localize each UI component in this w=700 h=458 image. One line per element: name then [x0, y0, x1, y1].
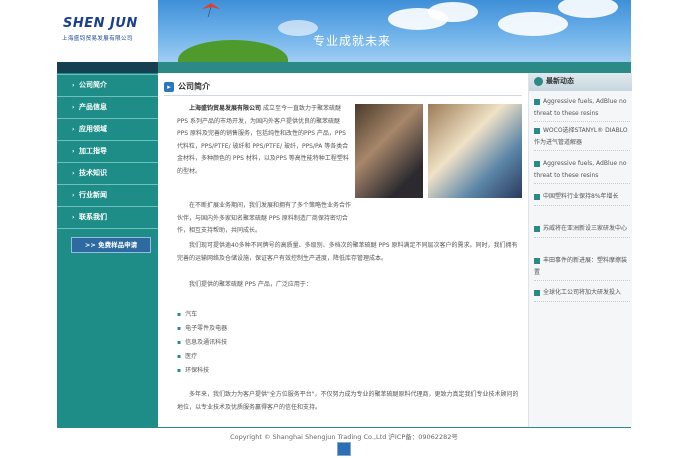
news-item[interactable]: 苏威将在亚洲新设三家研发中心: [534, 223, 630, 238]
bullet-icon: ▪: [177, 339, 182, 346]
nav-item-label: 公司简介: [79, 81, 107, 89]
news-item[interactable]: 中国塑料行业保持8%年增长: [534, 191, 630, 206]
nav-item-label: 技术知识: [79, 169, 107, 177]
bullet-icon: ›: [72, 170, 75, 177]
banner-image: 专业成就未来: [158, 0, 631, 62]
news-item-label: 中国塑料行业保持8%年增长: [543, 193, 619, 200]
app-label: 医疗: [185, 353, 198, 360]
section-header: ▸ 公司简介: [164, 79, 522, 96]
nav-item-technical[interactable]: › 技术知识: [57, 163, 158, 185]
news-item-label: 丰田事件的新进展：塑料摩擦装置: [534, 257, 628, 276]
app-label: 电子零件及电器: [185, 325, 228, 332]
arrow-icon: [534, 289, 540, 296]
app-label: 环保科技: [185, 367, 210, 374]
section-icon: ▸: [164, 82, 174, 92]
nav-item-applications[interactable]: › 应用领域: [57, 119, 158, 141]
arrow-icon: [534, 257, 540, 264]
paragraph-5: 多年来，我们致力为客户提供"全方位服务平台"，不仅努力成为专业的聚苯硫醚原料代理…: [177, 391, 519, 411]
nav-item-label: 产品信息: [79, 103, 107, 111]
paragraph-3: 我们现可提供逾40多种不同牌号的高质量、多级别、多档次的聚苯硫醚 PPS 原料满…: [177, 242, 518, 262]
paragraph-4: 我们提供的聚苯硫醚 PPS 产品，广泛应用于：: [189, 281, 312, 288]
news-item-label: Aggressive fuels, AdBlue no threat to th…: [534, 98, 627, 117]
logo[interactable]: SHEN JUN 上海盛钧贸易发展有限公司: [57, 0, 158, 62]
arrow-icon: [534, 225, 540, 232]
nav-item-products[interactable]: › 产品信息: [57, 97, 158, 119]
nav-item-label: 行业新闻: [79, 191, 107, 199]
list-item: ▪ 信息及通讯科技: [177, 337, 227, 346]
nav-item-label: 联系我们: [79, 213, 107, 221]
free-sample-button[interactable]: >> 免费样品申请: [71, 237, 151, 253]
logo-text: SHEN JUN: [63, 16, 138, 31]
page: SHEN JUN 上海盛钧贸易发展有限公司 专业成就未来 › 公司简介 › 产品信息…: [57, 0, 632, 458]
arrow-icon: [534, 98, 540, 105]
nav-item-industry-news[interactable]: › 行业新闻: [57, 185, 158, 207]
intro-text: 成立至今一直致力于聚苯硫醚 PPS 系列产品的市场开发，为国内外客户提供优良的聚…: [177, 105, 349, 175]
copyright-text: Copyright © Shanghai Shengjun Trading Co…: [230, 433, 458, 441]
news-icon: [534, 77, 543, 86]
bullet-icon: ›: [72, 104, 75, 111]
left-nav: › 公司简介 › 产品信息 › 应用领域 › 加工指导 › 技术知识 › 行业新闻 › 联系我…: [57, 73, 158, 427]
list-item: ▪ 电子零件及电器: [177, 323, 227, 332]
banner-slogan: 专业成就未来: [313, 34, 392, 48]
footer: Copyright © Shanghai Shengjun Trading Co…: [57, 427, 631, 458]
company-name: 上海盛钧贸易发展有限公司: [189, 105, 262, 112]
list-item: ▪ 环保科技: [177, 365, 209, 374]
arrow-icon: [534, 127, 540, 134]
news-item-label: 苏威将在亚洲新设三家研发中心: [543, 225, 628, 232]
bullet-icon: ›: [72, 126, 75, 133]
bullet-icon: ›: [72, 214, 75, 221]
bullet-icon: ›: [72, 192, 75, 199]
header: SHEN JUN 上海盛钧贸易发展有限公司 专业成就未来: [57, 0, 631, 62]
nav-item-label: 加工指导: [79, 147, 107, 155]
bullet-icon: ▪: [177, 367, 182, 374]
news-title: 最新动态: [546, 77, 574, 85]
free-sample-label: 免费样品申请: [98, 241, 138, 249]
nav-item-processing[interactable]: › 加工指导: [57, 141, 158, 163]
arrow-icon: [534, 160, 540, 167]
news-item[interactable]: Aggressive fuels, AdBlue no threat to th…: [534, 96, 630, 122]
bullet-icon: ›: [72, 148, 75, 155]
intro-paragraph: 上海盛钧贸易发展有限公司 成立至今一直致力于聚苯硫醚 PPS 系列产品的市场开发…: [177, 103, 351, 178]
news-item[interactable]: WOCO选择STANYL® DIABLO作为进气管道解器: [534, 125, 630, 151]
bullet-icon: ▪: [177, 325, 182, 332]
lab-photo-1: [355, 104, 423, 198]
nav-item-contact[interactable]: › 联系我们: [57, 207, 158, 229]
logo-company-name: 上海盛钧贸易发展有限公司: [62, 36, 133, 42]
stats-badge-icon[interactable]: [337, 442, 351, 456]
news-item-label: WOCO选择STANYL® DIABLO作为进气管道解器: [534, 127, 628, 146]
hill-graphic: [178, 40, 288, 62]
main-content: ▸ 公司简介 上海盛钧贸易发展有限公司 成立至今一直致力于聚苯硫醚 PPS 系列…: [158, 73, 528, 427]
kite-icon: [202, 3, 220, 17]
lab-photo-2: [428, 104, 522, 198]
page-title: 公司简介: [178, 82, 210, 91]
news-item[interactable]: 全球化工公司将加大研发投入: [534, 287, 630, 302]
app-label: 汽车: [185, 311, 198, 318]
list-item: ▪ 医疗: [177, 351, 197, 360]
news-item-label: Aggressive fuels, AdBlue no threat to th…: [534, 160, 627, 179]
bullet-icon: ›: [72, 82, 75, 89]
header-strip-left: [57, 62, 158, 73]
app-label: 信息及通讯科技: [185, 339, 228, 346]
news-header: 最新动态: [529, 73, 632, 91]
news-item-label: 全球化工公司将加大研发投入: [543, 289, 622, 296]
news-sidebar: 最新动态 Aggressive fuels, AdBlue no threat …: [528, 73, 632, 427]
arrow-icon: [534, 193, 540, 200]
bullet-icon: ▪: [177, 353, 182, 360]
nav-item-label: 应用领域: [79, 125, 107, 133]
paragraph-2: 在不断扩展业务期间，我们发展和拥有了多个策略性业务合作伙伴，与国内外多家知名聚苯…: [177, 202, 352, 234]
news-item[interactable]: Aggressive fuels, AdBlue no threat to th…: [534, 158, 630, 184]
nav-item-company-profile[interactable]: › 公司简介: [57, 74, 158, 97]
bullet-icon: ▪: [177, 311, 182, 318]
news-item[interactable]: 丰田事件的新进展：塑料摩擦装置: [534, 255, 630, 281]
list-item: ▪ 汽车: [177, 309, 197, 318]
